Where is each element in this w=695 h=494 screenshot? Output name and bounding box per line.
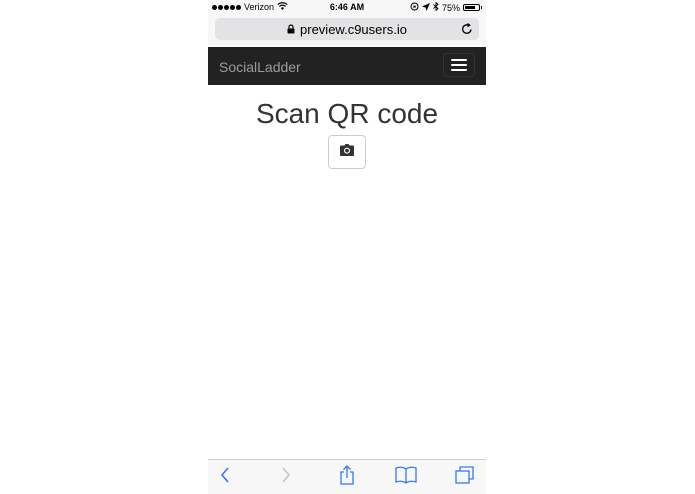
share-icon xyxy=(339,464,355,490)
share-button[interactable] xyxy=(336,464,358,490)
camera-icon xyxy=(340,143,354,161)
bookmarks-icon xyxy=(395,466,417,489)
tabs-icon xyxy=(455,465,475,489)
menu-toggle-button[interactable] xyxy=(443,53,475,77)
phone-screen: Verizon 6:46 AM 75% preview.c9users.io S… xyxy=(208,0,486,494)
lock-icon xyxy=(287,22,295,37)
address-bar[interactable]: preview.c9users.io xyxy=(215,18,479,40)
status-right: 75% xyxy=(410,1,482,13)
forward-chevron-icon xyxy=(281,466,291,488)
url-text: preview.c9users.io xyxy=(300,21,407,37)
reload-icon[interactable] xyxy=(461,22,473,38)
tabs-button[interactable] xyxy=(454,465,476,489)
back-chevron-icon xyxy=(220,466,230,488)
battery-percent: 75% xyxy=(441,2,460,13)
back-button[interactable] xyxy=(214,466,236,488)
bookmarks-button[interactable] xyxy=(395,466,417,489)
status-bar: Verizon 6:46 AM 75% xyxy=(208,0,486,15)
battery-tip xyxy=(481,6,482,9)
forward-button[interactable] xyxy=(275,466,297,488)
camera-button[interactable] xyxy=(328,135,366,169)
rotation-lock-icon xyxy=(410,2,419,13)
browser-chrome: preview.c9users.io xyxy=(208,15,486,45)
navbar: SocialLadder xyxy=(208,47,486,85)
hamburger-bar xyxy=(451,69,467,71)
battery-icon xyxy=(463,4,480,11)
hamburger-bar xyxy=(451,64,467,66)
brand-link[interactable]: SocialLadder xyxy=(219,59,301,75)
bluetooth-icon xyxy=(433,1,439,13)
safari-toolbar xyxy=(208,459,486,494)
hamburger-icon xyxy=(451,59,467,61)
battery-fill xyxy=(465,6,475,9)
page-title: Scan QR code xyxy=(255,98,439,129)
location-icon xyxy=(421,2,430,13)
